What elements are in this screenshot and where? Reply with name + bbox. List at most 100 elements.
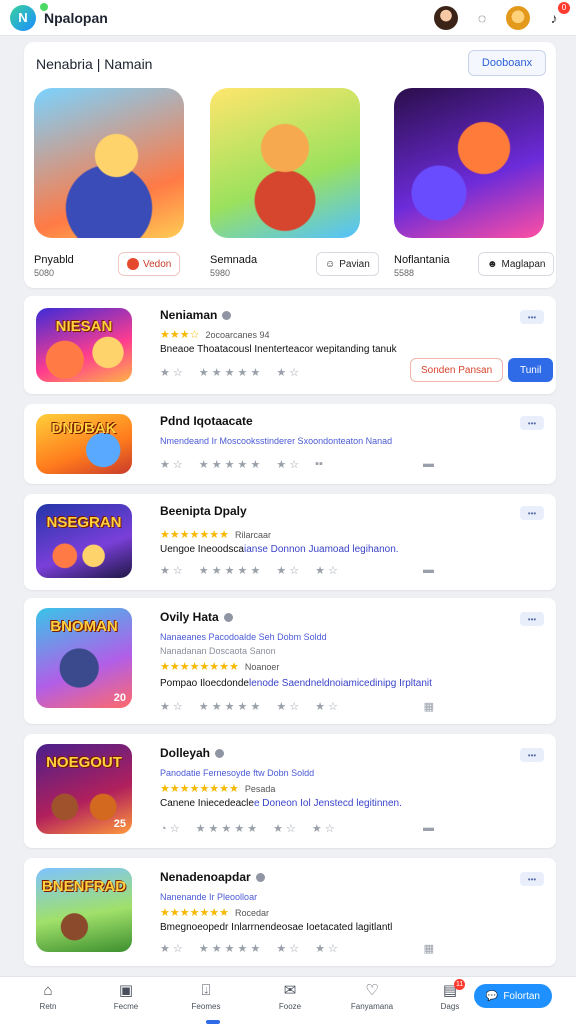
- featured-thumbnail[interactable]: [210, 88, 360, 238]
- nav-item-bag[interactable]: ▤ 11 Dags: [420, 979, 480, 1011]
- nav-label: Fecme: [113, 1002, 139, 1011]
- app-name: Beenipta Dpaly: [160, 504, 247, 518]
- stat-b: ★ ★ ★ ★ ★: [198, 565, 261, 577]
- stat-c: ★ ☆: [273, 823, 296, 835]
- featured-item-name: Noflantania: [394, 254, 450, 266]
- thumbnail-title: NOEGOUT: [46, 754, 122, 771]
- app-name-text: Dolleyah: [160, 746, 211, 760]
- stat-c: ★ ☆: [276, 701, 300, 713]
- featured-item[interactable]: Pnyabld 5080 Vedon: [34, 88, 194, 284]
- nav-item-mail[interactable]: ✉ Fooze: [260, 982, 320, 1012]
- rating-text: Noanoer: [244, 661, 280, 672]
- nav-label: Fanyamana: [350, 1002, 394, 1011]
- chat-button[interactable]: 💬 Folortan: [473, 984, 552, 1008]
- app-title: Npalopan: [44, 9, 108, 26]
- app-meta: Nmendeand Ir Moscooksstinderer Sxoondont…: [160, 436, 393, 446]
- app-thumbnail[interactable]: DNDBAK: [36, 414, 132, 474]
- top-bar: N Npalopan ◌ ♪ 0: [0, 0, 576, 36]
- stat-a: ★ ☆: [160, 459, 183, 471]
- app-logo[interactable]: N: [10, 2, 48, 31]
- nav-item-store[interactable]: ▣ Fecme: [96, 982, 156, 1012]
- featured-item[interactable]: Noflantania 5588 ☻ Maglapan: [394, 88, 555, 284]
- description-highlight: e Doneon Iol Jenstecd legitinnen.: [253, 798, 402, 809]
- featured-item-name: Semnada: [210, 254, 258, 266]
- chat-icon[interactable]: ◌: [470, 6, 494, 30]
- featured-section: Nenabria | Namain Dooboanx Pnyabld 5080 …: [24, 42, 556, 288]
- app-description: Bneaoe Thoatacousl Inenterteacor wepitan…: [160, 344, 397, 355]
- featured-item-button[interactable]: Vedon: [118, 252, 181, 276]
- app-name-text: Neniaman: [160, 308, 218, 322]
- app-thumbnail[interactable]: BNOMAN 20: [36, 608, 132, 708]
- verified-icon: [255, 872, 265, 882]
- description-text: Uengoe Ineoodsca: [160, 544, 244, 555]
- notification-icon[interactable]: ♪ 0: [542, 1, 570, 30]
- app-name: Neniaman: [160, 308, 232, 322]
- more-options-icon[interactable]: •••: [520, 506, 544, 520]
- nav-item-downloads[interactable]: ⍗ Feomes: [176, 983, 236, 1012]
- featured-item-button[interactable]: ☻ Maglapan: [478, 252, 555, 276]
- app-description: Bmegnoeopedr Inlarrnendeosae Ioetacated …: [160, 922, 392, 933]
- stat-a: ★ ☆: [160, 565, 183, 577]
- thumbnail-title: BNENFRAD: [41, 878, 127, 895]
- app-thumbnail[interactable]: NIESAN: [36, 308, 132, 382]
- rating-text: 2ocoarcanes 94: [205, 329, 270, 340]
- logo-letter: N: [18, 10, 28, 25]
- primary-action-button[interactable]: Tunil: [508, 358, 554, 382]
- app-name: Ovily Hata: [160, 610, 233, 624]
- rating-text: Rilarcaar: [235, 529, 272, 540]
- stat-a: ★ ☆: [160, 367, 183, 379]
- profile-avatar[interactable]: [506, 5, 530, 30]
- nav-label: Feomes: [191, 1002, 221, 1011]
- stat-d: ★ ☆: [315, 565, 338, 577]
- app-row[interactable]: BNENFRAD Nenadenoapdar Nanenande Ir Pleo…: [24, 858, 556, 966]
- app-meta: Nanaeanes Pacodoalde Seh Dobm Soldd: [160, 632, 327, 642]
- app-thumbnail[interactable]: BNENFRAD: [36, 868, 132, 952]
- description-text: Pompao Iloecdonde: [160, 678, 249, 689]
- secondary-action-button[interactable]: Sonden Pansan: [410, 358, 504, 382]
- stat-d: ★ ☆: [315, 701, 338, 713]
- featured-thumbnail[interactable]: [394, 88, 544, 238]
- star-rating: ★★★★★★★: [160, 907, 230, 919]
- app-row[interactable]: NOEGOUT 25 Dolleyah Panodatie Fernesoyde…: [24, 734, 556, 848]
- description-highlight: ianse Donnon Juamoad legihanon.: [243, 544, 399, 555]
- featured-thumbnail[interactable]: [34, 88, 184, 238]
- app-name: Nenadenoapdar: [160, 870, 265, 884]
- row-end-icon: ▬: [423, 458, 434, 470]
- home-icon: ⌂: [43, 982, 53, 999]
- app-rating: ★★★★★★★★ Noanoer: [160, 660, 279, 673]
- featured-action-button[interactable]: Dooboanx: [468, 50, 546, 76]
- app-row[interactable]: DNDBAK Pdnd Iqotaacate Nmendeand Ir Mosc…: [24, 404, 556, 484]
- app-row[interactable]: NIESAN Neniaman ★★★☆ 2ocoarcanes 94 Bneao…: [24, 296, 556, 394]
- thumbnail-title: NIESAN: [55, 318, 113, 335]
- featured-title: Nenabria | Namain: [36, 56, 153, 72]
- featured-item[interactable]: Semnada 5980 ☺ Pavian: [210, 88, 379, 284]
- user-avatar[interactable]: [434, 5, 458, 30]
- store-icon: ▣: [118, 982, 134, 999]
- verified-icon: [223, 612, 233, 622]
- more-options-icon[interactable]: •••: [520, 612, 544, 626]
- featured-item-button[interactable]: ☺ Pavian: [316, 252, 379, 276]
- description-highlight: lenode Saendneldnoiamicedinipg Irpltanit: [248, 678, 432, 689]
- stat-b: ★ ★ ★ ★ ★: [198, 459, 261, 471]
- app-name: Dolleyah: [160, 746, 225, 760]
- nav-item-home[interactable]: ⌂ Retn: [18, 982, 78, 1012]
- app-description: Uengoe Ineoodscaianse Donnon Juamoad leg…: [160, 544, 399, 555]
- stat-c: ★ ☆: [276, 367, 300, 379]
- nav-item-favorites[interactable]: ♡ Fanyamana: [342, 983, 402, 1012]
- mail-icon: ✉: [283, 982, 297, 999]
- star-rating: ★★★☆: [160, 329, 200, 341]
- app-stats: ★ ☆ ★ ★ ★ ★ ★ ★ ☆ ▪▪: [160, 458, 323, 471]
- app-thumbnail[interactable]: NSEGRAN: [36, 504, 132, 578]
- app-thumbnail[interactable]: NOEGOUT 25: [36, 744, 132, 834]
- more-options-icon[interactable]: •••: [520, 416, 544, 430]
- more-options-icon[interactable]: •••: [520, 310, 544, 324]
- more-options-icon[interactable]: •••: [520, 872, 544, 886]
- star-rating: ★★★★★★★★: [160, 783, 239, 795]
- app-meta: Panodatie Fernesoyde ftw Dobn Soldd: [160, 768, 315, 778]
- featured-item-button-label: Pavian: [339, 258, 370, 270]
- app-row[interactable]: NSEGRAN Beenipta Dpaly ★★★★★★★ Rilarcaar …: [24, 494, 556, 590]
- stat-c: ★ ☆: [276, 565, 300, 577]
- more-options-icon[interactable]: •••: [520, 748, 544, 762]
- featured-item-sub: 5588: [394, 268, 415, 278]
- app-row[interactable]: BNOMAN 20 Ovily Hata Nanaeanes Pacodoald…: [24, 598, 556, 724]
